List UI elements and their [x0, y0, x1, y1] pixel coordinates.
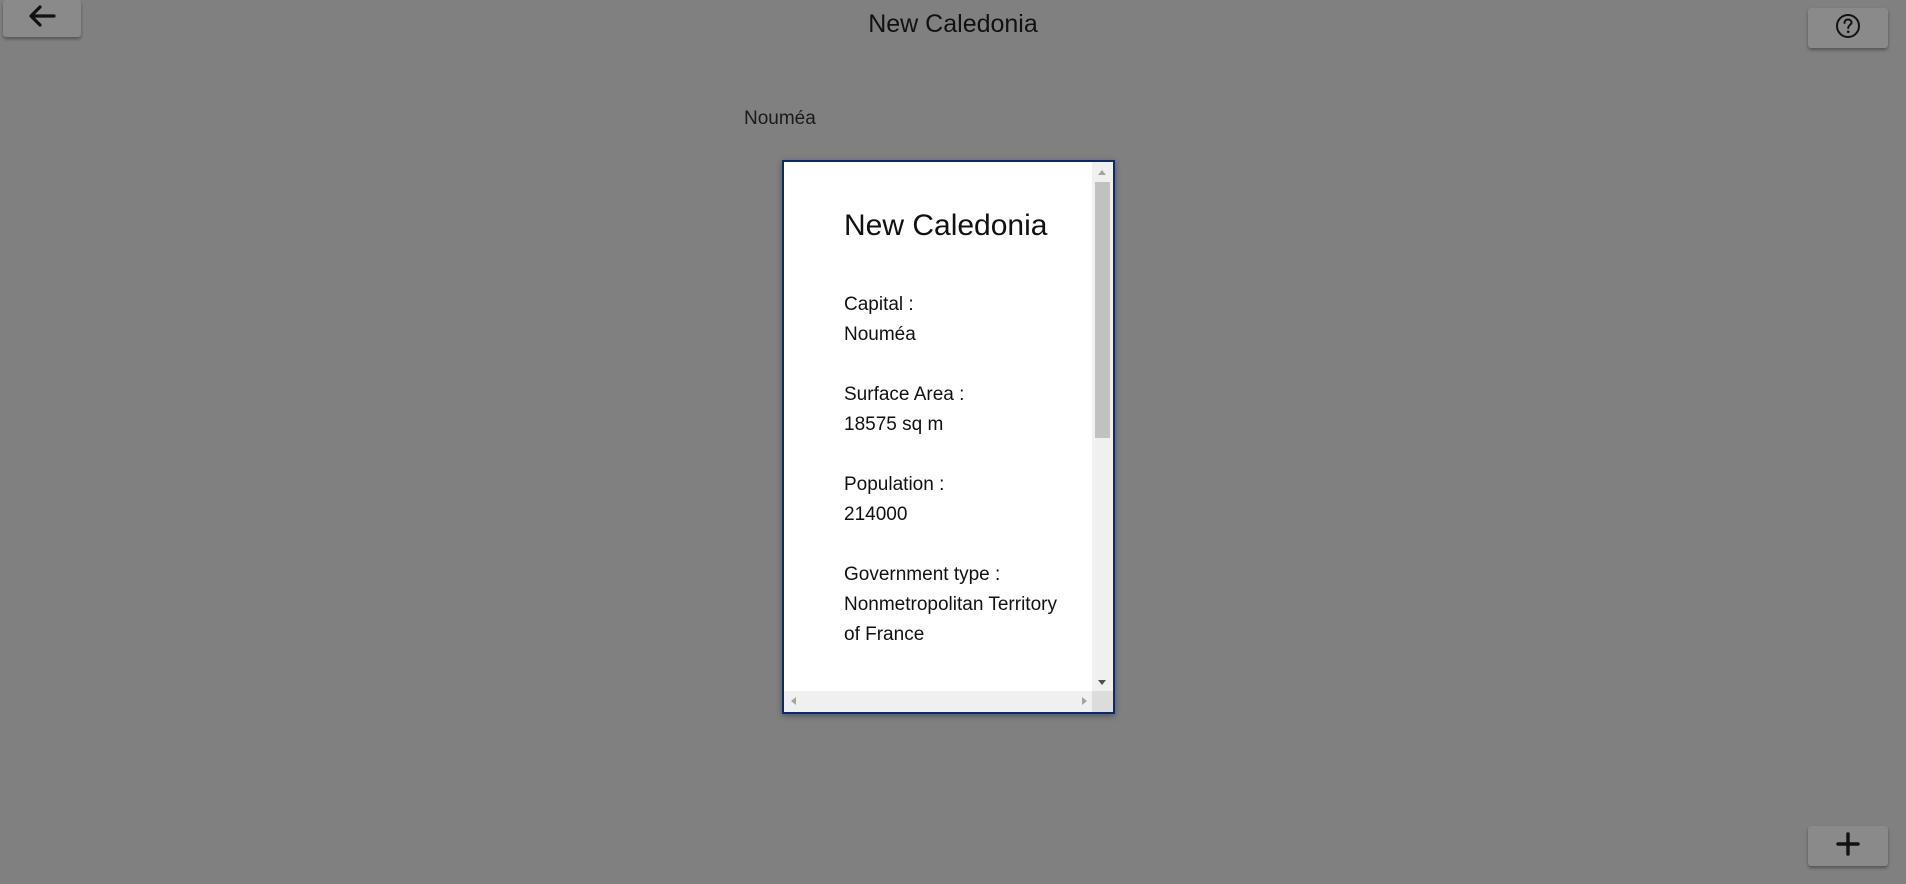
field-label: Government type :: [844, 564, 1001, 585]
field-label: Surface Area :: [844, 384, 965, 405]
field-value: 214000: [844, 504, 908, 525]
card-scroll-area[interactable]: New Caledonia Capital : Nouméa Surface A…: [784, 162, 1094, 693]
field-label: Capital :: [844, 294, 914, 315]
page: New Caledonia Nouméa New Caledonia Capit…: [0, 0, 1906, 884]
capital-label: Nouméa: [744, 108, 816, 129]
field-value: 18575 sq m: [844, 414, 944, 435]
field-value: Nouméa: [844, 324, 916, 345]
horizontal-scrollbar[interactable]: [784, 691, 1094, 712]
scroll-down-icon[interactable]: [1098, 680, 1106, 685]
field-capital: Capital : Nouméa: [844, 290, 1064, 350]
page-title: New Caledonia: [868, 10, 1038, 38]
field-value: Nonmetropolitan Territory of France: [844, 594, 1057, 645]
add-button[interactable]: [1808, 826, 1888, 866]
scrollbar-thumb[interactable]: [1095, 182, 1110, 438]
question-circle-icon: [1835, 13, 1861, 44]
vertical-scrollbar[interactable]: [1092, 162, 1113, 693]
card-title: New Caledonia: [844, 209, 1048, 242]
scroll-right-icon[interactable]: [1082, 697, 1087, 705]
plus-icon: [1835, 831, 1861, 862]
field-surface-area: Surface Area : 18575 sq m: [844, 380, 1064, 440]
field-label: Population :: [844, 474, 945, 495]
scroll-up-icon[interactable]: [1098, 170, 1106, 175]
help-button[interactable]: [1808, 8, 1888, 48]
scroll-left-icon[interactable]: [791, 697, 796, 705]
field-government-type: Government type : Nonmetropolitan Territ…: [844, 560, 1064, 650]
scrollbar-corner: [1092, 691, 1113, 712]
field-population: Population : 214000: [844, 470, 1064, 530]
country-info-card: New Caledonia Capital : Nouméa Surface A…: [782, 160, 1115, 714]
